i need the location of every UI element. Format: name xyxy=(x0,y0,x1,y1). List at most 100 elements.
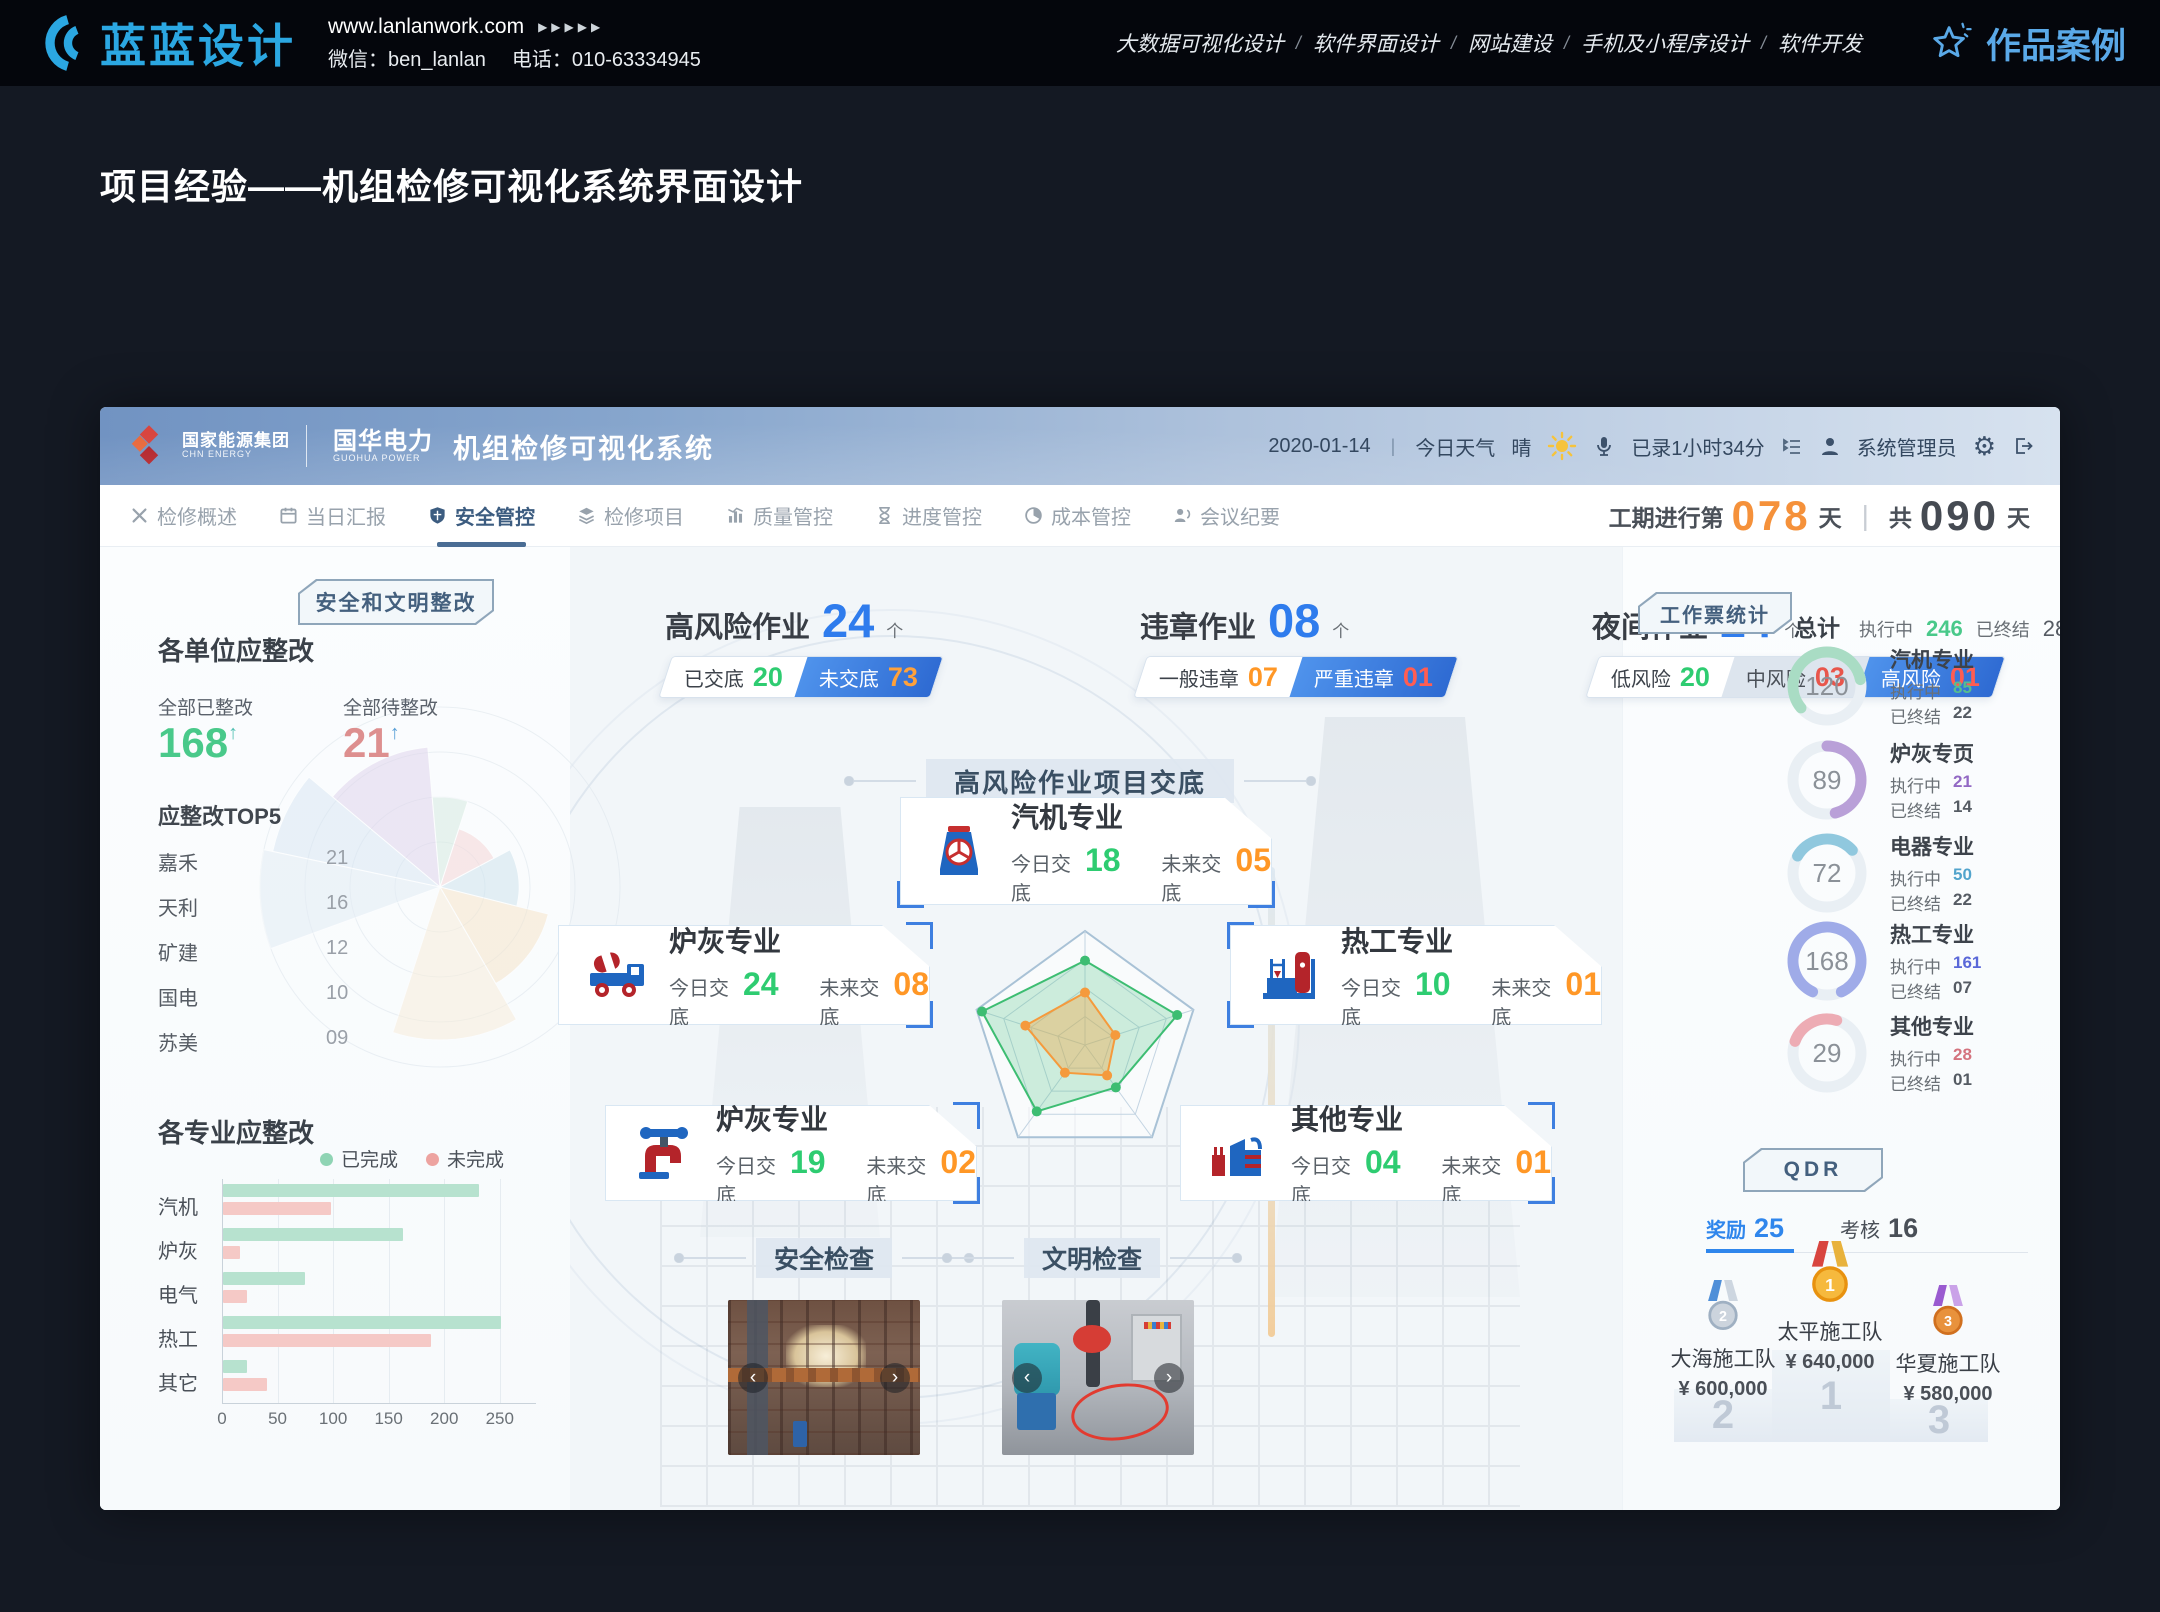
corner-bracket xyxy=(1227,922,1254,949)
valve-icon xyxy=(632,1121,696,1185)
bar-undone-汽机 xyxy=(223,1202,331,1215)
tab-cost[interactable]: 成本管控 xyxy=(1024,485,1131,547)
arrows-decor: ▶▶▶▶▶ xyxy=(538,20,604,34)
donut-row-1: 120汽机专业执行中85已终结22 xyxy=(1784,640,2060,732)
microphone-icon[interactable] xyxy=(1593,435,1615,457)
up-arrow-icon: ↑ xyxy=(228,722,238,744)
star-icon xyxy=(1928,20,1974,66)
donut-row-5: 29其他专业执行中28已终结01 xyxy=(1784,1007,2060,1099)
donut-row-4: 168热工专业执行中161已终结07 xyxy=(1784,915,2060,1007)
divider: / xyxy=(1451,33,1456,54)
card-thermal-major: 热工专业 今日交底10 未来交底01 xyxy=(1230,925,1602,1025)
dashboard-content: 安全和文明整改 各单位应整改 全部已整改 168↑ 全部待整改 21↑ 应整改T… xyxy=(100,547,2060,1510)
corner-bracket xyxy=(906,1001,933,1028)
team-name: 华夏施工队 xyxy=(1896,1348,2001,1378)
tab-daily-report[interactable]: 当日汇报 xyxy=(279,485,386,547)
settings-gear-icon[interactable]: ⚙ xyxy=(1973,431,1996,462)
system-title: 机组检修可视化系统 xyxy=(453,427,714,466)
corner-bracket xyxy=(906,922,933,949)
period-label: 工期进行第 xyxy=(1609,499,1724,533)
service-item: 网站建设 xyxy=(1468,28,1552,58)
done-label: 全部已整改 xyxy=(158,693,253,720)
carousel-prev-button[interactable]: ‹ xyxy=(1012,1363,1042,1393)
card-title: 汽机专业 xyxy=(1011,796,1271,836)
donut-row-2: 89炉灰专页执行中21已终结14 xyxy=(1784,734,2060,826)
report-icon xyxy=(279,506,298,525)
majors-rectify-title: 各专业应整改 xyxy=(158,1113,314,1150)
bar-done-汽机 xyxy=(223,1184,479,1197)
date-label: 2020-01-14 xyxy=(1268,435,1370,458)
pump-base xyxy=(1017,1393,1055,1430)
service-item: 手机及小程序设计 xyxy=(1581,28,1749,58)
total-unit: 天 xyxy=(2007,499,2030,533)
section-badge-qdr: QDR xyxy=(1743,1148,1883,1192)
carousel-next-button[interactable]: › xyxy=(1154,1363,1184,1393)
stat-group-2: 违章作业08个一般违章07严重违章01 xyxy=(1140,593,1452,698)
page-title: 项目经验——机组检修可视化系统界面设计 xyxy=(100,158,803,210)
svg-text:168: 168 xyxy=(1805,946,1848,976)
tab-overview[interactable]: 检修概述 xyxy=(130,485,237,547)
bar-undone-炉灰 xyxy=(223,1246,240,1259)
svg-text:89: 89 xyxy=(1813,765,1842,795)
user-name-label[interactable]: 系统管理员 xyxy=(1857,432,1957,461)
tab-label: 安全管控 xyxy=(455,501,535,530)
turbine-icon xyxy=(927,819,991,883)
civility-check-band: 文明检查 xyxy=(1024,1238,1160,1278)
tab-repair-projects[interactable]: 检修项目 xyxy=(577,485,684,547)
bar-undone-热工 xyxy=(223,1334,431,1347)
quality-icon xyxy=(726,506,745,525)
bar-done-电气 xyxy=(223,1272,305,1285)
tab-safety[interactable]: 安全管控 xyxy=(428,485,535,547)
silver-medal-icon: 2 xyxy=(1700,1280,1746,1338)
tab-progress[interactable]: 进度管控 xyxy=(875,485,982,547)
tab-label: 质量管控 xyxy=(753,501,833,530)
website-link[interactable]: www.lanlanwork.com xyxy=(328,15,524,39)
legend-dot-undone xyxy=(426,1153,439,1166)
card-ash-major-valve: 炉灰专业 今日交底19 未来交底02 xyxy=(605,1105,977,1201)
site-header: 蓝蓝设计 www.lanlanwork.com ▶▶▶▶▶ 微信：ben_lan… xyxy=(0,0,2160,86)
top5-title: 应整改TOP5 xyxy=(158,799,281,831)
todo-value: 21↑ xyxy=(343,719,400,767)
team-amount: ¥ 580,000 xyxy=(1904,1383,1993,1406)
lanlan-logo[interactable]: 蓝蓝设计 xyxy=(34,10,296,76)
done-value: 168↑ xyxy=(158,719,238,767)
record-duration-label: 已录1小时34分 xyxy=(1631,432,1764,461)
service-item: 软件开发 xyxy=(1778,28,1862,58)
user-icon xyxy=(1819,435,1841,457)
divider: | xyxy=(1391,436,1396,457)
carousel-prev-button[interactable]: ‹ xyxy=(738,1363,768,1393)
meeting-icon xyxy=(1173,506,1192,525)
portfolio-link[interactable]: 作品案例 xyxy=(1928,18,2126,69)
logout-icon[interactable] xyxy=(2012,435,2034,457)
stat-group-1: 高风险作业24个已交底20未交底73 xyxy=(665,593,937,698)
org-chn-energy: 国家能源集团 CHN ENERGY xyxy=(182,432,290,459)
donut-row-3: 72电器专业执行中50已终结22 xyxy=(1784,827,2060,919)
divider: / xyxy=(1761,33,1766,54)
weather-value: 晴 xyxy=(1511,432,1531,461)
corner-bracket xyxy=(897,881,924,908)
service-item: 大数据可视化设计 xyxy=(1116,28,1284,58)
tab-reward[interactable]: 奖励 25 xyxy=(1706,1213,1784,1244)
tab-assessment[interactable]: 考核 16 xyxy=(1840,1213,1918,1244)
carousel-next-button[interactable]: › xyxy=(880,1363,910,1393)
top5-row: 苏美09 xyxy=(158,1027,418,1072)
bronze-medal-icon: 3 xyxy=(1925,1285,1971,1343)
tab-quality[interactable]: 质量管控 xyxy=(726,485,833,547)
shield-icon xyxy=(428,506,447,525)
divider: | xyxy=(1862,500,1869,532)
total-label: 共 xyxy=(1889,499,1912,533)
dashboard-screenshot: 国家能源集团 CHN ENERGY 国华电力 GUOHUA POWER 机组检修… xyxy=(100,407,2060,1510)
tab-label: 会议纪要 xyxy=(1200,501,1280,530)
total-days-value: 090 xyxy=(1920,492,1999,540)
list-icon[interactable] xyxy=(1781,435,1803,457)
cost-icon xyxy=(1024,506,1043,525)
divider xyxy=(306,425,307,467)
svg-text:3: 3 xyxy=(1944,1314,1952,1330)
tab-label: 检修概述 xyxy=(157,501,237,530)
corner-bracket xyxy=(1227,1001,1254,1028)
wechat-label: 微信：ben_lanlan xyxy=(328,43,486,72)
tab-meeting[interactable]: 会议纪要 xyxy=(1173,485,1280,547)
tab-label: 检修项目 xyxy=(604,501,684,530)
logo-text: 蓝蓝设计 xyxy=(100,10,296,76)
portfolio-label: 作品案例 xyxy=(1986,18,2126,69)
